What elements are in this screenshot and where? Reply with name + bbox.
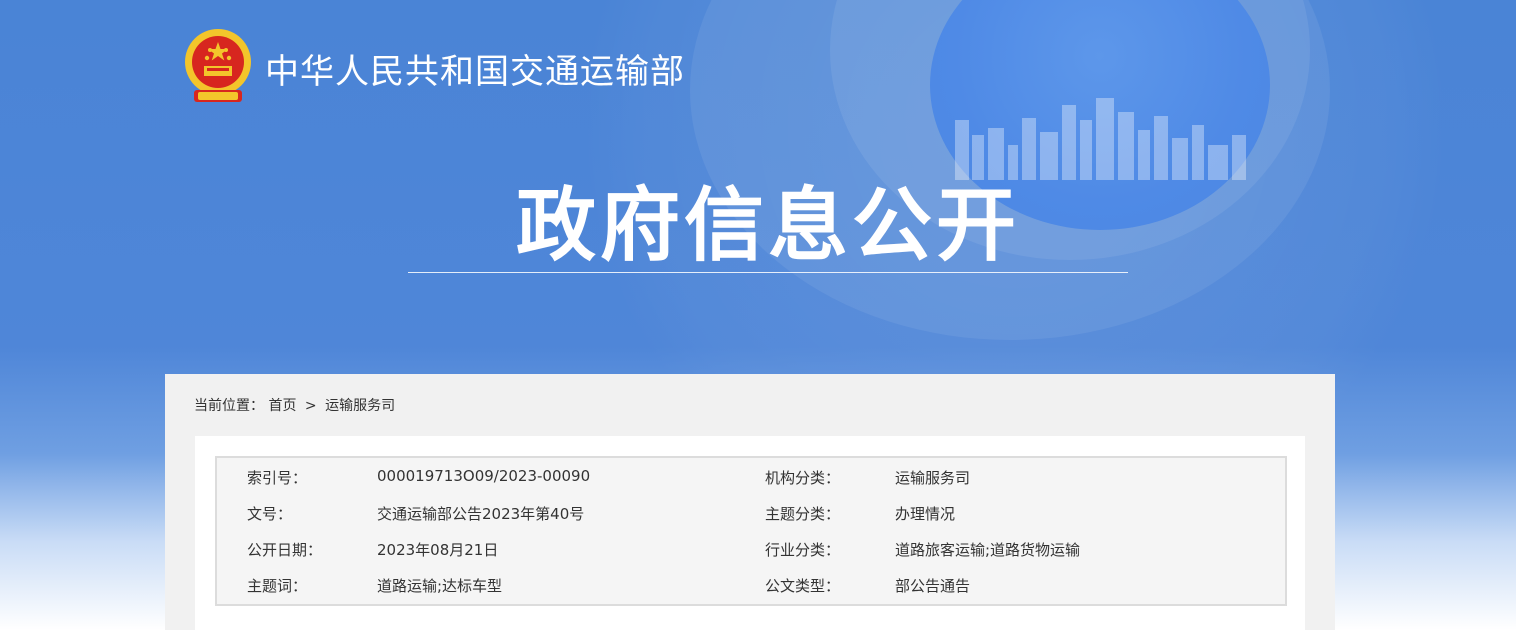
index-number-label: 索引号： [247, 469, 308, 487]
metadata-row: 索引号： 000019713O09/2023-00090 机构分类： 运输服务司 [217, 458, 1285, 494]
keywords-value: 道路运输;达标车型 [377, 577, 503, 595]
topic-category-value: 办理情况 [895, 505, 956, 523]
industry-category-value: 道路旅客运输;道路货物运输 [895, 541, 1081, 559]
title-underline [408, 272, 1128, 273]
page-title: 政府信息公开 [516, 179, 1020, 272]
index-number-value: 000019713O09/2023-00090 [377, 467, 591, 485]
breadcrumb-prefix: 当前位置： [194, 398, 264, 414]
publish-date-value: 2023年08月21日 [377, 541, 499, 559]
breadcrumb-link-home[interactable]: 首页 [268, 398, 296, 414]
document-type-value: 部公告通告 [895, 577, 971, 595]
content-area: 当前位置： 首页 > 运输服务司 索引号： 000019713O09/2023-… [165, 374, 1335, 630]
publish-date-label: 公开日期： [247, 541, 323, 559]
metadata-row: 主题词： 道路运输;达标车型 公文类型： 部公告通告 [217, 566, 1285, 602]
city-skyline-icon [955, 98, 1246, 180]
organization-label: 机构分类： [765, 469, 841, 487]
industry-category-label: 行业分类： [765, 541, 841, 559]
breadcrumb: 当前位置： 首页 > 运输服务司 [194, 395, 395, 415]
topic-category-label: 主题分类： [765, 505, 841, 523]
document-number-value: 交通运输部公告2023年第40号 [377, 505, 585, 523]
metadata-row: 文号： 交通运输部公告2023年第40号 主题分类： 办理情况 [217, 494, 1285, 530]
breadcrumb-link-transport-service[interactable]: 运输服务司 [325, 398, 395, 414]
metadata-row: 公开日期： 2023年08月21日 行业分类： 道路旅客运输;道路货物运输 [217, 530, 1285, 566]
site-title[interactable]: 中华人民共和国交通运输部 [265, 44, 685, 93]
metadata-table: 索引号： 000019713O09/2023-00090 机构分类： 运输服务司… [215, 456, 1287, 606]
document-type-label: 公文类型： [765, 577, 841, 595]
organization-value: 运输服务司 [895, 469, 971, 487]
document-panel: 索引号： 000019713O09/2023-00090 机构分类： 运输服务司… [195, 436, 1305, 630]
breadcrumb-separator: > [304, 398, 317, 414]
document-number-label: 文号： [247, 505, 293, 523]
keywords-label: 主题词： [247, 577, 308, 595]
national-emblem-icon [185, 29, 251, 102]
